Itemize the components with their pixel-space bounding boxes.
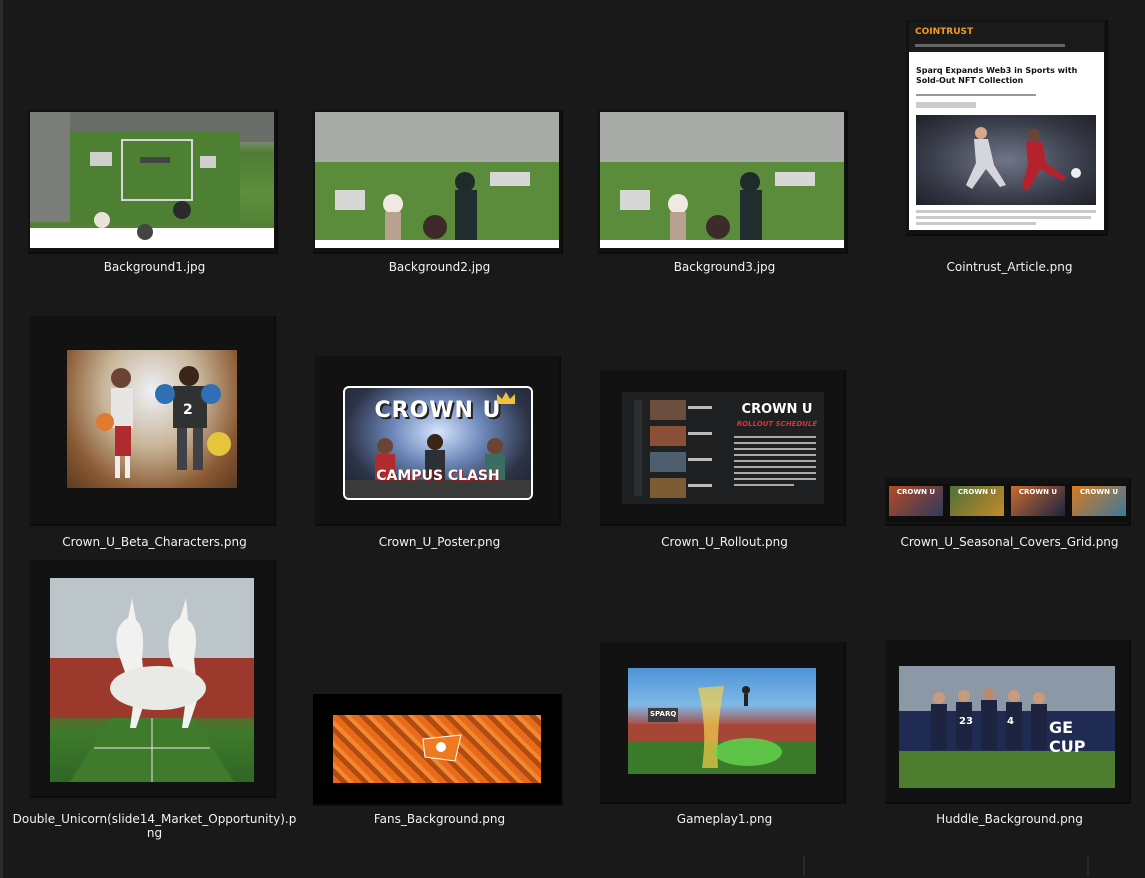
file-item-gameplay1[interactable]: SPARQ Gameplay1.png [582,560,867,850]
file-name-label: Crown_U_Poster.png [378,535,501,549]
thumb-subtitle-text: ROLLOUT SCHEDULE [736,420,818,428]
pane-divider[interactable] [0,0,3,878]
image-thumbnail-icon [50,578,254,782]
file-item-huddle-background[interactable]: 23 4 GE CUP Huddle_Background.png [867,560,1145,850]
file-name-label: Background2.jpg [388,260,491,274]
file-item-fans-background[interactable]: Fans_Background.png [297,560,582,850]
thumb-title-text: CROWN U [1018,488,1058,496]
svg-text:23: 23 [959,716,973,727]
thumb-headline-text: Sparq Expands Web3 in Sports with Sold-O… [916,66,1078,85]
file-item-crown-u-seasonal-covers-grid[interactable]: CROWN U CROWN U CROWN U CROWN U Crown_U_… [867,300,1145,560]
file-name-label: Crown_U_Rollout.png [661,535,788,549]
file-name-label: Double_Unicorn(slide14_Market_Opportunit… [12,812,297,840]
thumb-title-text: CROWN U [1079,488,1119,496]
file-name-label: Cointrust_Article.png [946,260,1073,274]
image-thumbnail-icon [315,112,559,248]
thumb-subtitle-text: CAMPUS CLASH [376,468,500,484]
svg-text:2: 2 [183,402,193,418]
image-thumbnail-icon: 23 4 GE CUP [899,666,1115,788]
image-thumbnail-icon: CROWN U ROLLOUT SCHEDULE [622,392,824,504]
file-name-label: Fans_Background.png [373,812,506,826]
file-item-background1[interactable]: Background1.jpg [12,0,297,290]
thumb-title-text: CROWN U [741,402,813,417]
file-name-label: Background3.jpg [673,260,776,274]
thumb-title-text: CROWN U [957,488,997,496]
file-item-crown-u-beta-characters[interactable]: 2 Crown_U_Beta_Characters.png [12,300,297,560]
file-name-label: Crown_U_Seasonal_Covers_Grid.png [900,535,1119,549]
file-item-crown-u-rollout[interactable]: CROWN U ROLLOUT SCHEDULE Crown_U_Rollout… [582,300,867,560]
file-item-crown-u-poster[interactable]: CROWN U CAMPUS CLASH Crown_U_Poster.png [297,300,582,560]
image-thumbnail-icon: COINTRUST Sparq Expands Web3 in Sports w… [909,22,1104,230]
file-name-label: Crown_U_Beta_Characters.png [62,535,247,549]
file-name-label: Huddle_Background.png [936,812,1083,826]
image-thumbnail-icon: 2 [67,350,237,488]
image-thumbnail-icon: CROWN U CAMPUS CLASH [343,386,533,500]
next-row-divider [803,856,805,876]
image-thumbnail-icon: SPARQ [628,668,816,774]
file-item-background2[interactable]: Background2.jpg [297,0,582,290]
thumb-brand-text: COINTRUST [915,27,974,37]
file-name-label: Background1.jpg [103,260,206,274]
file-item-cointrust-article[interactable]: COINTRUST Sparq Expands Web3 in Sports w… [867,0,1145,290]
thumb-banner-text: SPARQ [650,710,677,718]
image-thumbnail-icon [315,697,559,801]
thumb-title-text: CROWN U [896,488,936,496]
file-explorer-view: Background1.jpg Background2.jpg Backgrou… [0,0,1145,878]
image-thumbnail-icon [600,112,844,248]
file-name-label: Gameplay1.png [676,812,773,826]
image-thumbnail-icon [30,112,274,248]
file-item-double-unicorn[interactable]: Double_Unicorn(slide14_Market_Opportunit… [12,560,297,850]
thumb-banner-text: GE CUP [1049,718,1086,756]
next-row-divider [1087,856,1089,876]
svg-text:4: 4 [1007,716,1014,727]
file-item-background3[interactable]: Background3.jpg [582,0,867,290]
image-thumbnail-icon: CROWN U CROWN U CROWN U CROWN U [887,484,1129,522]
